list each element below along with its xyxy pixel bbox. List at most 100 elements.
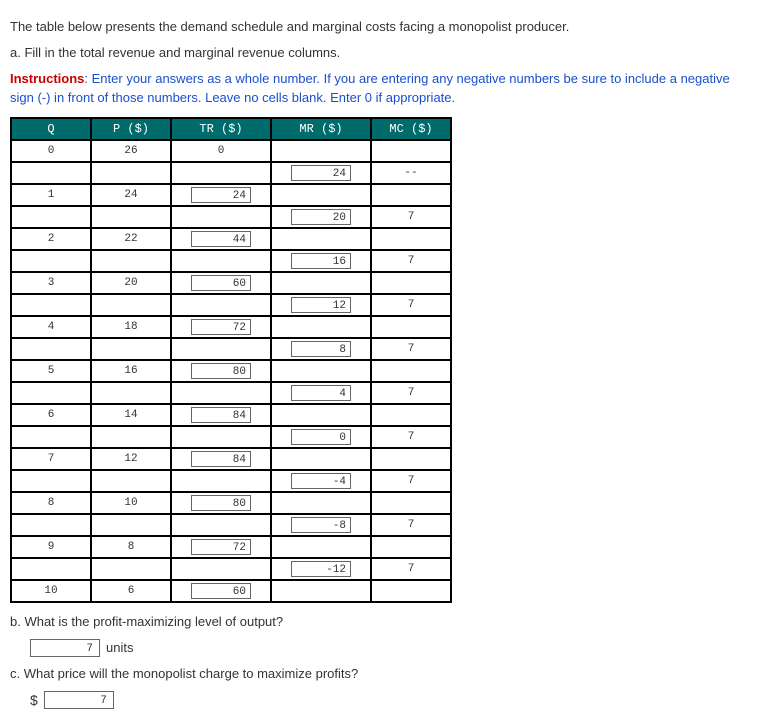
tr-input[interactable]: 80 [191,363,251,379]
cell-tr: 80 [171,360,271,382]
cell-mc: 7 [371,294,451,316]
mr-input[interactable]: 8 [291,341,351,357]
cell-mr: -8 [271,514,371,536]
cell-empty [11,514,91,536]
cell-mc-empty [371,184,451,206]
mr-input[interactable]: -4 [291,473,351,489]
cell-empty [11,426,91,448]
cell-empty [91,338,171,360]
cell-p: 12 [91,448,171,470]
table-row-inter: -127 [11,558,451,580]
tr-input[interactable]: 72 [191,539,251,555]
cell-mc: 7 [371,514,451,536]
table-row-inter: 07 [11,426,451,448]
table-row: 418 72 [11,316,451,338]
mr-input[interactable]: 24 [291,165,351,181]
mr-input[interactable]: 16 [291,253,351,269]
tr-input[interactable]: 24 [191,187,251,203]
instructions-label: Instructions [10,71,84,86]
data-table: Q P ($) TR ($) MR ($) MC ($) 026024--124… [10,117,452,603]
cell-q: 4 [11,316,91,338]
cell-mc: -- [371,162,451,184]
tr-input[interactable]: 84 [191,451,251,467]
cell-mc-empty [371,580,451,602]
cell-mr: 8 [271,338,371,360]
tr-input[interactable]: 60 [191,275,251,291]
cell-mr: -12 [271,558,371,580]
table-row-inter: 12 7 [11,294,451,316]
cell-mr-empty [271,360,371,382]
cell-empty [11,338,91,360]
cell-tr: 72 [171,536,271,558]
cell-empty [171,206,271,228]
cell-mr-empty [271,580,371,602]
cell-mr: 20 [271,206,371,228]
intro-text-1: The table below presents the demand sche… [10,18,757,36]
cell-tr: 0 [171,140,271,162]
cell-mr: 24 [271,162,371,184]
cell-q: 8 [11,492,91,514]
header-mc: MC ($) [371,118,451,140]
cell-empty [11,294,91,316]
cell-mc-empty [371,360,451,382]
table-row-inter: 87 [11,338,451,360]
cell-p: 26 [91,140,171,162]
cell-empty [91,250,171,272]
cell-empty [91,206,171,228]
cell-mc-empty [371,316,451,338]
cell-mc-empty [371,140,451,162]
tr-input[interactable]: 60 [191,583,251,599]
cell-tr: 60 [171,272,271,294]
question-b: b. What is the profit-maximizing level o… [10,613,757,631]
mr-input[interactable]: 4 [291,385,351,401]
cell-mr: 4 [271,382,371,404]
mr-input[interactable]: -8 [291,517,351,533]
cell-mr-empty [271,492,371,514]
table-row: 32060 [11,272,451,294]
cell-mc-empty [371,404,451,426]
cell-q: 3 [11,272,91,294]
cell-p: 18 [91,316,171,338]
table-row: 51680 [11,360,451,382]
header-q: Q [11,118,91,140]
cell-mc: 7 [371,250,451,272]
cell-q: 9 [11,536,91,558]
tr-input[interactable]: 84 [191,407,251,423]
cell-empty [11,162,91,184]
cell-empty [91,382,171,404]
cell-mc: 7 [371,206,451,228]
mr-input[interactable]: -12 [291,561,351,577]
cell-mr-empty [271,536,371,558]
tr-input[interactable]: 80 [191,495,251,511]
cell-empty [171,514,271,536]
header-row: Q P ($) TR ($) MR ($) MC ($) [11,118,451,140]
table-row-inter: 24 -- [11,162,451,184]
cell-tr: 84 [171,404,271,426]
cell-mc: 7 [371,338,451,360]
cell-mc-empty [371,536,451,558]
cell-empty [171,558,271,580]
cell-q: 6 [11,404,91,426]
answer-b-unit: units [106,640,133,655]
answer-b-input[interactable]: 7 [30,639,100,657]
mr-input[interactable]: 20 [291,209,351,225]
table-row: 61484 [11,404,451,426]
cell-p: 24 [91,184,171,206]
table-row: 98 72 [11,536,451,558]
cell-empty [91,426,171,448]
mr-input[interactable]: 0 [291,429,351,445]
mr-input[interactable]: 12 [291,297,351,313]
cell-p: 10 [91,492,171,514]
tr-input[interactable]: 72 [191,319,251,335]
answer-c-input[interactable]: 7 [44,691,114,709]
cell-mr-empty [271,140,371,162]
cell-p: 6 [91,580,171,602]
cell-mr-empty [271,272,371,294]
tr-input[interactable]: 44 [191,231,251,247]
cell-mr: 12 [271,294,371,316]
intro-text-2: a. Fill in the total revenue and margina… [10,44,757,62]
cell-empty [91,470,171,492]
cell-empty [11,470,91,492]
cell-p: 8 [91,536,171,558]
table-row-inter: 16 7 [11,250,451,272]
